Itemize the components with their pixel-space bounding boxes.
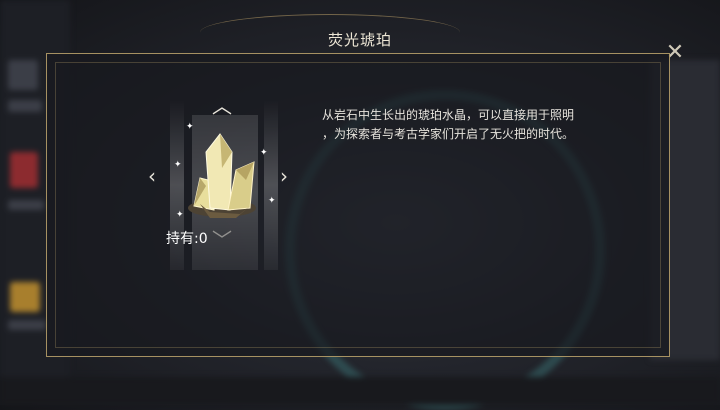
item-detail-dialog: [46, 53, 670, 357]
owned-count: 持有:0: [166, 228, 208, 248]
owned-label: 持有:: [166, 231, 199, 247]
dialog-title: 荧光琥珀: [327, 31, 392, 49]
arrow-up-icon[interactable]: ︿: [212, 96, 232, 116]
background-bottom-bar: [0, 377, 720, 405]
background-red-card: [10, 152, 38, 188]
item-carousel: ︿ ﹀ ‹ › ✦ ✦ ✦ ✦ ✦: [148, 96, 298, 275]
background-text: [8, 320, 46, 330]
description-line: 从岩石中生长出的琥珀水晶，可以直接用于照明: [322, 108, 575, 122]
arrow-right-icon[interactable]: ›: [280, 166, 288, 186]
background-gold-card: [10, 282, 40, 312]
item-description: 从岩石中生长出的琥珀水晶，可以直接用于照明 ，为探索者与考古学家们开启了无火把的…: [322, 106, 622, 144]
amber-crystal-icon: [188, 133, 256, 218]
arrow-down-icon[interactable]: ﹀: [212, 230, 232, 250]
background-icon: [8, 60, 38, 90]
arrow-left-icon[interactable]: ‹: [148, 166, 156, 186]
description-line: ，为探索者与考古学家们开启了无火把的时代。: [322, 127, 575, 141]
dialog-inner-frame: [55, 62, 661, 348]
background-text: [8, 200, 44, 210]
owned-value: 0: [198, 231, 208, 247]
background-text: [8, 100, 42, 112]
